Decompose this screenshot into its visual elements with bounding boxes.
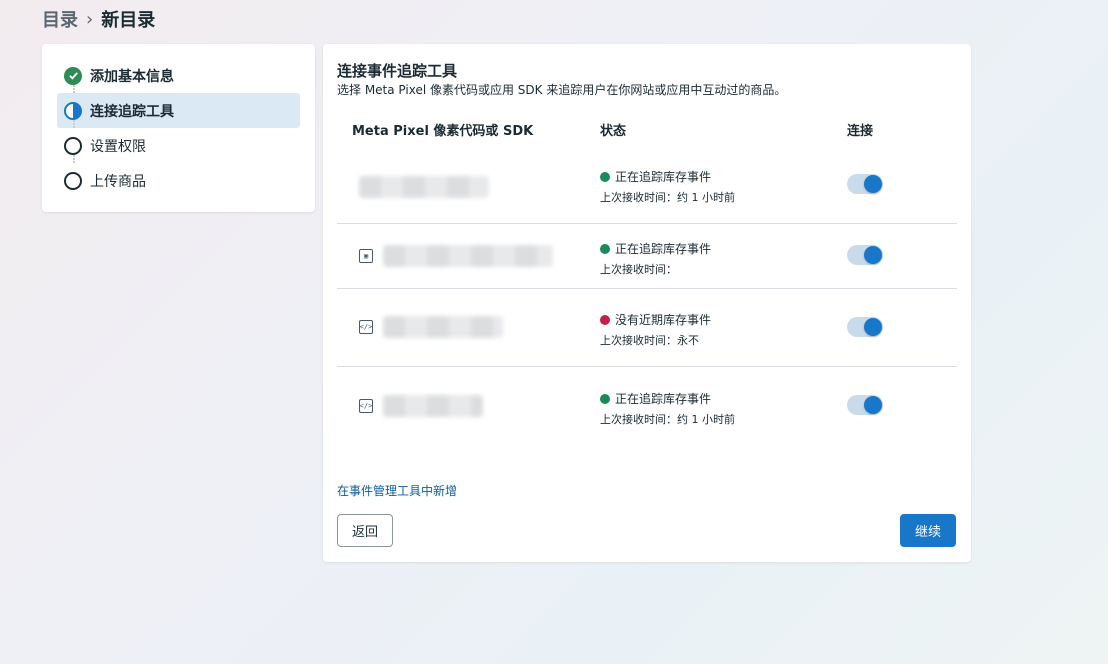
status-cell: 正在追踪库存事件 上次接收时间：约 1 小时前 [600,390,735,427]
breadcrumb-root[interactable]: 目录 [42,6,78,32]
redacted-source-name [383,245,553,267]
connect-tracking-card: 连接事件追踪工具 选择 Meta Pixel 像素代码或应用 SDK 来追踪用户… [323,44,971,562]
status-cell: 正在追踪库存事件 上次接收时间： [600,240,711,277]
code-icon: </> [359,320,373,334]
status-text: 正在追踪库存事件 [615,392,712,406]
page-description: 选择 Meta Pixel 像素代码或应用 SDK 来追踪用户在你网站或应用中互… [337,83,787,97]
redacted-source-name [359,176,489,198]
status-cell: 没有近期库存事件 上次接收时间：永不 [600,311,711,348]
step-label: 上传商品 [90,173,146,190]
back-button[interactable]: 返回 [337,514,393,547]
step-connector [73,120,75,128]
breadcrumb: 目录 › 新目录 [42,6,155,32]
app-icon: ▣ [359,249,373,263]
status-text: 没有近期库存事件 [615,313,712,327]
status-dot-icon [600,393,610,404]
status-text: 正在追踪库存事件 [615,170,712,184]
redacted-source-name [383,316,503,338]
step-add-basic-info[interactable]: 添加基本信息 [57,58,300,93]
breadcrumb-current: 新目录 [101,10,156,31]
column-header-status: 状态 [600,124,627,139]
source-cell [359,176,489,198]
last-received: 上次接收时间：永不 [600,334,699,347]
toggle-knob [864,175,882,193]
status-dot-icon [600,243,610,254]
table-header: Meta Pixel 像素代码或 SDK 状态 连接 [337,120,957,140]
status-dot-icon [600,171,610,182]
toggle-knob [864,246,882,264]
page-title: 连接事件追踪工具 [337,62,458,80]
continue-button[interactable]: 继续 [900,514,956,547]
source-cell: </> [359,316,503,338]
step-upload-products[interactable]: 上传商品 [57,155,300,198]
steps-panel: 添加基本信息 连接追踪工具 设置权限 上传商品 [42,44,315,212]
toggle-knob [864,396,882,414]
source-cell: ▣ [359,245,553,267]
step-set-permissions[interactable]: 设置权限 [57,120,300,163]
status-text: 正在追踪库存事件 [615,242,712,256]
connect-toggle[interactable] [847,174,883,194]
status-dot-icon [600,314,610,325]
table-row: 正在追踪库存事件 上次接收时间：约 1 小时前 [337,148,957,224]
chevron-right-icon: › [86,8,94,30]
half-circle-icon [64,101,82,120]
step-label: 设置权限 [90,138,146,155]
column-header-source: Meta Pixel 像素代码或 SDK [352,124,534,139]
step-connector [73,155,75,163]
source-cell: </> [359,395,483,417]
empty-circle-icon [64,171,82,190]
step-label: 连接追踪工具 [90,103,174,120]
redacted-source-name [383,395,483,417]
table-row: ▣ 正在追踪库存事件 上次接收时间： [337,224,957,289]
step-connect-tracking[interactable]: 连接追踪工具 [57,85,300,128]
step-connector [73,85,75,93]
toggle-knob [864,318,882,336]
last-received: 上次接收时间：约 1 小时前 [600,191,735,204]
connect-toggle[interactable] [847,395,883,415]
connect-toggle[interactable] [847,317,883,337]
connect-toggle[interactable] [847,245,883,265]
check-circle-icon [64,66,82,85]
last-received: 上次接收时间：约 1 小时前 [600,413,735,426]
status-cell: 正在追踪库存事件 上次接收时间：约 1 小时前 [600,168,735,205]
table-row: </> 正在追踪库存事件 上次接收时间：约 1 小时前 [337,367,957,445]
empty-circle-icon [64,136,82,155]
code-icon: </> [359,399,373,413]
column-header-connect: 连接 [847,124,874,139]
step-label: 添加基本信息 [90,68,174,85]
add-in-events-manager-link[interactable]: 在事件管理工具中新增 [337,482,457,499]
last-received: 上次接收时间： [600,263,677,276]
table-row: </> 没有近期库存事件 上次接收时间：永不 [337,289,957,367]
